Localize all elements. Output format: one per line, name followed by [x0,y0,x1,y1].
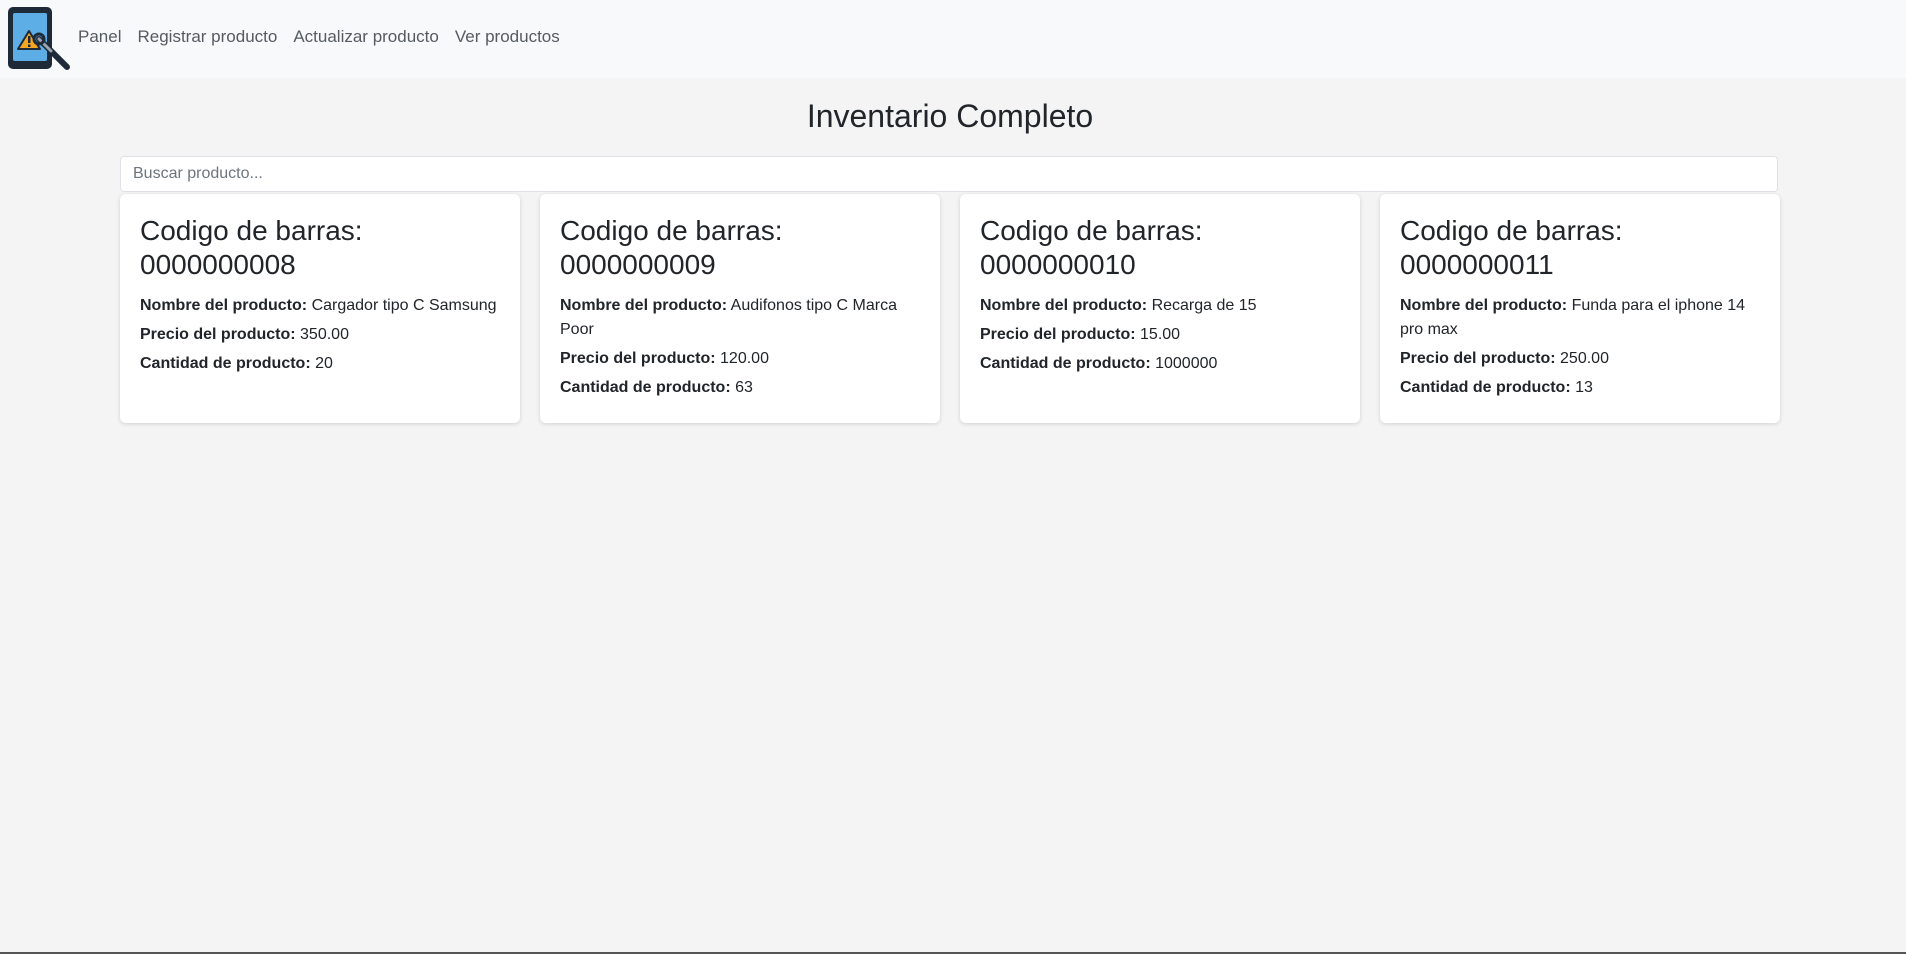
product-quantity-field: Cantidad de producto: 1000000 [980,352,1340,376]
product-price-value: 250.00 [1560,350,1609,367]
product-name-value: Cargador tipo C Samsung [311,297,497,314]
product-name-field: Nombre del producto: Audifonos tipo C Ma… [560,294,920,342]
barcode-label: Codigo de barras: [560,215,783,246]
product-quantity-label: Cantidad de producto: [140,355,311,372]
product-price-label: Precio del producto: [140,326,296,343]
product-quantity-value: 63 [735,379,753,396]
product-price-label: Precio del producto: [1400,350,1556,367]
product-card: Codigo de barras: 0000000011 Nombre del p… [1380,194,1780,423]
card-title: Codigo de barras: 0000000008 [140,214,500,282]
nav-link-panel[interactable]: Panel [78,26,121,48]
barcode-value: 0000000008 [140,249,296,280]
card-title: Codigo de barras: 0000000010 [980,214,1340,282]
product-quantity-field: Cantidad de producto: 63 [560,376,920,400]
barcode-value: 0000000009 [560,249,716,280]
product-price-field: Precio del producto: 120.00 [560,347,920,371]
product-price-field: Precio del producto: 15.00 [980,323,1340,347]
product-cards: Codigo de barras: 0000000008 Nombre del p… [120,194,1780,423]
product-name-label: Nombre del producto: [560,297,728,314]
barcode-label: Codigo de barras: [1400,215,1623,246]
product-name-label: Nombre del producto: [140,297,308,314]
product-name-field: Nombre del producto: Funda para el iphon… [1400,294,1760,342]
product-quantity-label: Cantidad de producto: [560,379,731,396]
product-price-value: 15.00 [1140,326,1181,343]
product-quantity-value: 13 [1575,379,1593,396]
nav-links: Panel Registrar producto Actualizar prod… [78,26,576,48]
product-price-value: 350.00 [300,326,349,343]
barcode-value: 0000000010 [980,249,1136,280]
product-quantity-value: 1000000 [1155,355,1218,372]
product-quantity-label: Cantidad de producto: [980,355,1151,372]
product-price-label: Precio del producto: [980,326,1136,343]
navbar: Panel Registrar producto Actualizar prod… [0,0,1906,78]
product-quantity-field: Cantidad de producto: 20 [140,352,500,376]
barcode-label: Codigo de barras: [140,215,363,246]
page-title: Inventario Completo [806,98,1094,134]
product-card: Codigo de barras: 0000000008 Nombre del p… [120,194,520,423]
product-name-field: Nombre del producto: Cargador tipo C Sam… [140,294,500,318]
product-quantity-value: 20 [315,355,333,372]
product-price-field: Precio del producto: 350.00 [140,323,500,347]
search-input[interactable] [120,156,1778,192]
product-name-label: Nombre del producto: [980,297,1148,314]
product-quantity-field: Cantidad de producto: 13 [1400,376,1760,400]
product-card: Codigo de barras: 0000000010 Nombre del p… [960,194,1360,423]
nav-link-registrar-producto[interactable]: Registrar producto [137,26,277,48]
product-name-field: Nombre del producto: Recarga de 15 [980,294,1340,318]
product-card: Codigo de barras: 0000000009 Nombre del p… [540,194,940,423]
nav-link-ver-productos[interactable]: Ver productos [455,26,560,48]
product-quantity-label: Cantidad de producto: [1400,379,1571,396]
product-price-label: Precio del producto: [560,350,716,367]
product-price-field: Precio del producto: 250.00 [1400,347,1760,371]
nav-link-actualizar-producto[interactable]: Actualizar producto [293,26,439,48]
barcode-label: Codigo de barras: [980,215,1203,246]
barcode-value: 0000000011 [1400,249,1554,280]
product-name-value: Recarga de 15 [1151,297,1257,314]
product-price-value: 120.00 [720,350,769,367]
product-name-label: Nombre del producto: [1400,297,1568,314]
card-title: Codigo de barras: 0000000011 [1400,214,1760,282]
app-logo-icon[interactable] [5,5,71,71]
card-title: Codigo de barras: 0000000009 [560,214,920,282]
